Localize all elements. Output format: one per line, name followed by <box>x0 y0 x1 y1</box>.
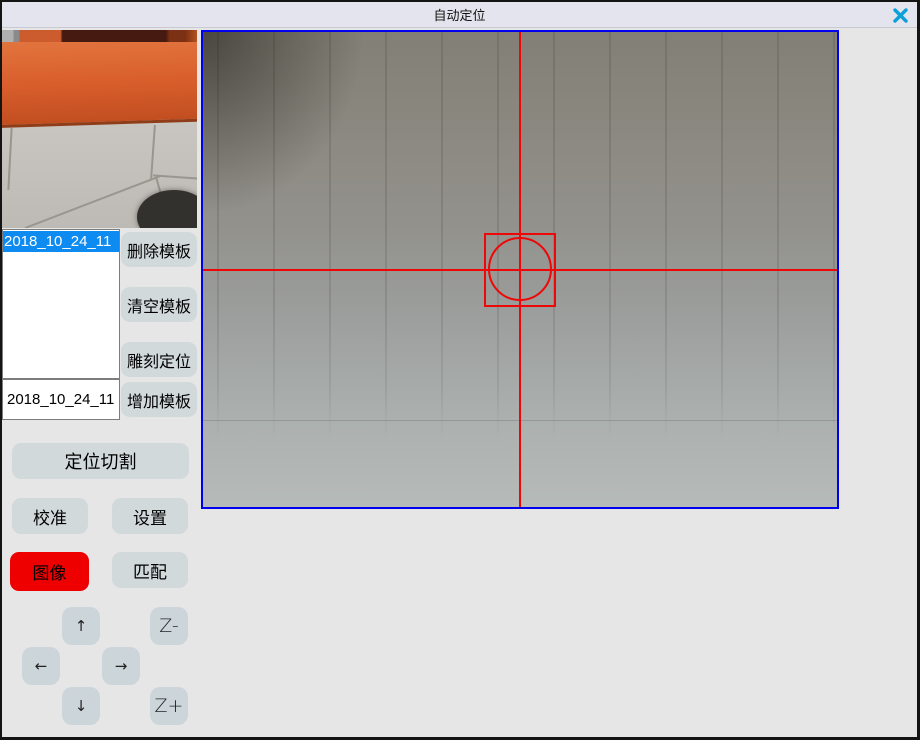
image-button[interactable]: 图像 <box>10 552 89 591</box>
position-cut-button[interactable]: 定位切割 <box>12 443 189 479</box>
camera-view <box>201 30 839 509</box>
window-title: 自动定位 <box>433 5 485 24</box>
clear-templates-button[interactable]: 清空模板 <box>121 287 197 322</box>
up-arrow-icon: ↑ <box>75 617 88 635</box>
right-arrow-icon: → <box>115 657 128 675</box>
add-template-button[interactable]: 增加模板 <box>121 382 197 417</box>
left-arrow-icon: ← <box>35 657 48 675</box>
z-minus-button[interactable]: Z- <box>150 607 188 645</box>
jog-left-button[interactable]: ← <box>22 647 60 685</box>
camera-feed <box>203 32 837 507</box>
jog-down-button[interactable]: ↓ <box>62 687 100 725</box>
template-name-input[interactable] <box>2 379 120 420</box>
down-arrow-icon: ↓ <box>75 697 88 715</box>
template-list[interactable]: 2018_10_24_11 <box>2 229 120 379</box>
target-circle <box>488 237 552 301</box>
close-button[interactable] <box>889 5 911 25</box>
z-plus-label: Z+ <box>155 695 184 717</box>
settings-button[interactable]: 设置 <box>112 498 188 534</box>
template-thumbnail <box>2 30 197 228</box>
z-plus-button[interactable]: Z+ <box>150 687 188 725</box>
match-button[interactable]: 匹配 <box>112 552 188 588</box>
calibrate-button[interactable]: 校准 <box>12 498 88 534</box>
engrave-position-button[interactable]: 雕刻定位 <box>121 342 197 377</box>
template-list-item-selected[interactable]: 2018_10_24_11 <box>3 231 119 252</box>
close-icon <box>893 8 908 23</box>
delete-template-button[interactable]: 删除模板 <box>121 232 197 267</box>
thumbnail-orange-beam <box>2 33 197 128</box>
thumbnail-tile-line <box>150 125 156 179</box>
titlebar: 自动定位 <box>2 2 917 28</box>
z-minus-label: Z- <box>159 615 179 637</box>
thumbnail-tile-line <box>7 128 12 190</box>
auto-position-dialog: 自动定位 2018_10_24_11 删除模板 清空模板 雕刻定位 增加模板 定… <box>0 0 920 740</box>
thumbnail-top-strip <box>2 30 197 42</box>
thumbnail-dark-object <box>137 190 197 228</box>
jog-right-button[interactable]: → <box>102 647 140 685</box>
jog-up-button[interactable]: ↑ <box>62 607 100 645</box>
